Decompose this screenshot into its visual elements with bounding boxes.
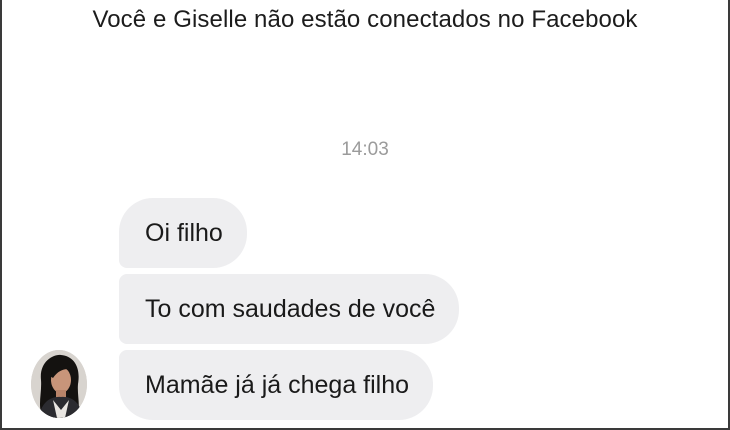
connection-notice: Você e Giselle não estão conectados no F… <box>92 6 638 33</box>
avatar[interactable] <box>31 350 87 418</box>
message-bubble[interactable]: Oi filho <box>119 198 247 268</box>
message-timestamp: 14:03 <box>341 139 389 160</box>
message-bubble[interactable]: To com saudades de você <box>119 274 460 344</box>
message-bubble[interactable]: Mamãe já já chega filho <box>119 350 434 420</box>
avatar-photo <box>31 350 87 418</box>
